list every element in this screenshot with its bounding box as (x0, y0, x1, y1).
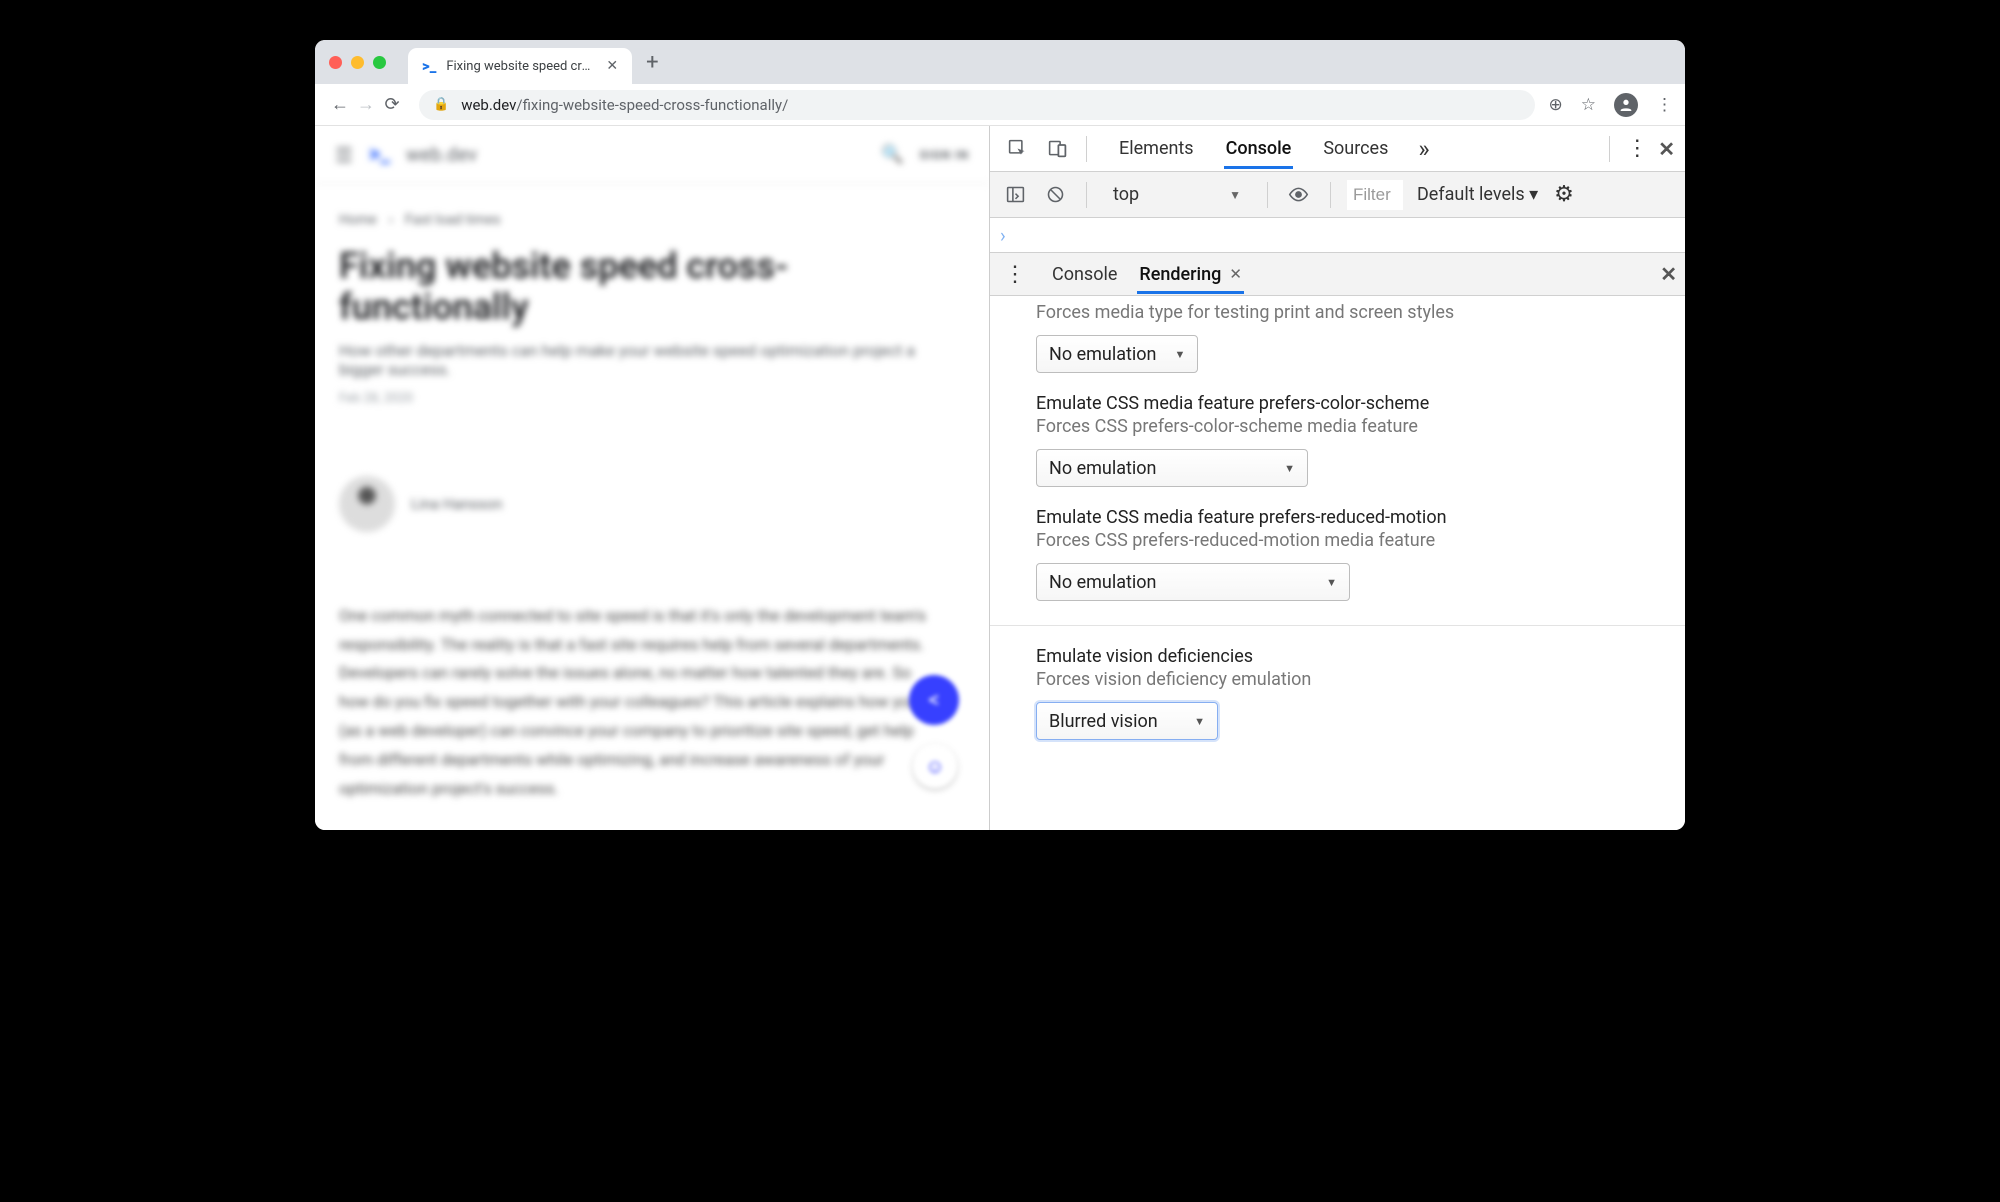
article-body: One common myth connected to site speed … (339, 602, 931, 804)
browser-window: >_ Fixing website speed cross-functional… (315, 40, 1685, 830)
back-button[interactable]: ← (327, 94, 353, 115)
devtools-tabs: Elements Console Sources » (1117, 128, 1597, 169)
publish-date: Feb 28, 2020 (339, 391, 931, 406)
close-window-button[interactable] (329, 56, 342, 69)
forward-button[interactable]: → (353, 94, 379, 115)
devtools-panel: Elements Console Sources » ⋮ ✕ (989, 126, 1685, 830)
devtools-menu-icon[interactable]: ⋮ (1626, 136, 1648, 161)
favicon-icon: >_ (422, 57, 436, 75)
page-title: Fixing website speed cross-functionally (339, 246, 931, 329)
reduced-motion-subtitle: Forces CSS prefers-reduced-motion media … (1036, 530, 1659, 551)
drawer-menu-icon[interactable]: ⋮ (998, 262, 1032, 287)
tab-console[interactable]: Console (1224, 128, 1294, 169)
maximize-window-button[interactable] (373, 56, 386, 69)
url-path: /fixing-website-speed-cross-functionally… (516, 96, 788, 114)
breadcrumb: Home › Fast load times (339, 212, 931, 228)
webpage-viewport[interactable]: ☰ >_ web.dev 🔍 SIGN IN Home › Fast load … (315, 126, 989, 830)
bookmark-star-icon[interactable]: ☆ (1581, 95, 1596, 115)
execution-context-select[interactable]: top ▼ (1103, 184, 1251, 205)
signin-link[interactable]: SIGN IN (919, 148, 969, 162)
chat-icon: ☺ (925, 754, 945, 779)
drawer-tab-rendering[interactable]: Rendering ✕ (1137, 255, 1244, 294)
drawer-tabs: ⋮ Console Rendering ✕ ✕ (990, 252, 1685, 296)
chevron-down-icon: ▼ (1326, 576, 1337, 589)
breadcrumb-item[interactable]: Fast load times (405, 212, 501, 228)
media-type-subtitle: Forces media type for testing print and … (1036, 302, 1659, 323)
vision-title: Emulate vision deficiencies (1036, 646, 1659, 667)
section-divider (990, 625, 1685, 626)
tab-title: Fixing website speed cross-functionally (446, 59, 596, 74)
brand-logo-icon[interactable]: >_ (369, 142, 390, 167)
select-value: No emulation (1049, 572, 1156, 593)
lock-icon: 🔒 (433, 97, 449, 112)
chrome-menu-icon[interactable]: ⋮ (1656, 95, 1673, 115)
tab-strip: >_ Fixing website speed cross-functional… (315, 40, 1685, 84)
share-fab[interactable]: < (909, 675, 959, 725)
site-header: ☰ >_ web.dev 🔍 SIGN IN (315, 126, 989, 184)
author-avatar (339, 476, 395, 532)
reduced-motion-select[interactable]: No emulation ▼ (1036, 563, 1350, 601)
new-tab-button[interactable]: + (632, 50, 672, 75)
console-output[interactable]: › (990, 218, 1685, 252)
context-value: top (1113, 184, 1139, 205)
author-name[interactable]: Lina Hansson (411, 495, 502, 513)
more-tabs-icon[interactable]: » (1418, 135, 1429, 163)
address-bar: ← → ⟳ 🔒 web.dev/fixing-website-speed-cro… (315, 84, 1685, 126)
devtools-topbar: Elements Console Sources » ⋮ ✕ (990, 126, 1685, 172)
window-controls (329, 56, 386, 69)
select-value: No emulation (1049, 344, 1156, 365)
minimize-window-button[interactable] (351, 56, 364, 69)
color-scheme-subtitle: Forces CSS prefers-color-scheme media fe… (1036, 416, 1659, 437)
live-expression-icon[interactable] (1284, 180, 1314, 210)
search-icon[interactable]: 🔍 (881, 144, 903, 165)
drawer-tab-console[interactable]: Console (1050, 255, 1119, 294)
console-settings-icon[interactable]: ⚙ (1554, 182, 1574, 207)
menu-icon[interactable]: ☰ (335, 143, 353, 167)
tab-elements[interactable]: Elements (1117, 128, 1196, 169)
tab-close-icon[interactable]: ✕ (1229, 265, 1242, 283)
vision-deficiency-select[interactable]: Blurred vision ▼ (1036, 702, 1218, 740)
select-value: No emulation (1049, 458, 1156, 479)
drawer-tab-label: Rendering (1139, 264, 1221, 285)
chevron-down-icon: ▼ (1174, 348, 1185, 361)
address-field[interactable]: 🔒 web.dev/fixing-website-speed-cross-fun… (419, 90, 1535, 120)
dropdown-icon: ▼ (1229, 188, 1241, 202)
console-prompt-icon: › (1000, 224, 1006, 247)
color-scheme-title: Emulate CSS media feature prefers-color-… (1036, 393, 1659, 414)
clear-console-icon[interactable] (1040, 180, 1070, 210)
address-bar-right: ⊕ ☆ ⋮ (1549, 93, 1674, 117)
breadcrumb-item[interactable]: Home (339, 212, 377, 228)
devtools-close-icon[interactable]: ✕ (1658, 137, 1675, 161)
tab-close-button[interactable]: ✕ (606, 58, 618, 74)
media-type-select[interactable]: No emulation ▼ (1036, 335, 1198, 373)
install-icon[interactable]: ⊕ (1549, 95, 1563, 115)
rendering-panel[interactable]: Forces media type for testing print and … (990, 296, 1685, 830)
tab-sources[interactable]: Sources (1321, 128, 1390, 169)
select-value: Blurred vision (1049, 711, 1158, 732)
reduced-motion-title: Emulate CSS media feature prefers-reduce… (1036, 507, 1659, 528)
log-levels-select[interactable]: Default levels ▾ (1417, 184, 1538, 205)
share-icon: < (928, 688, 939, 713)
url-host: web.dev (461, 96, 516, 114)
browser-tab[interactable]: >_ Fixing website speed cross-functional… (408, 48, 632, 84)
feedback-fab[interactable]: ☺ (913, 744, 957, 788)
console-toolbar: top ▼ Default levels ▾ ⚙ (990, 172, 1685, 218)
chevron-down-icon: ▼ (1194, 715, 1205, 728)
author-block: Lina Hansson (339, 476, 931, 532)
vision-subtitle: Forces vision deficiency emulation (1036, 669, 1659, 690)
inspect-element-icon[interactable] (1000, 132, 1034, 166)
page-subtitle: How other departments can help make your… (339, 341, 931, 379)
device-toolbar-icon[interactable] (1040, 132, 1074, 166)
console-sidebar-toggle-icon[interactable] (1000, 180, 1030, 210)
brand-text[interactable]: web.dev (406, 143, 477, 166)
reload-button[interactable]: ⟳ (379, 94, 405, 115)
chevron-down-icon: ▼ (1284, 462, 1295, 475)
profile-avatar-icon[interactable] (1614, 93, 1638, 117)
color-scheme-select[interactable]: No emulation ▼ (1036, 449, 1308, 487)
drawer-close-icon[interactable]: ✕ (1660, 262, 1677, 286)
chevron-right-icon: › (389, 212, 393, 228)
console-filter-input[interactable] (1347, 180, 1403, 210)
